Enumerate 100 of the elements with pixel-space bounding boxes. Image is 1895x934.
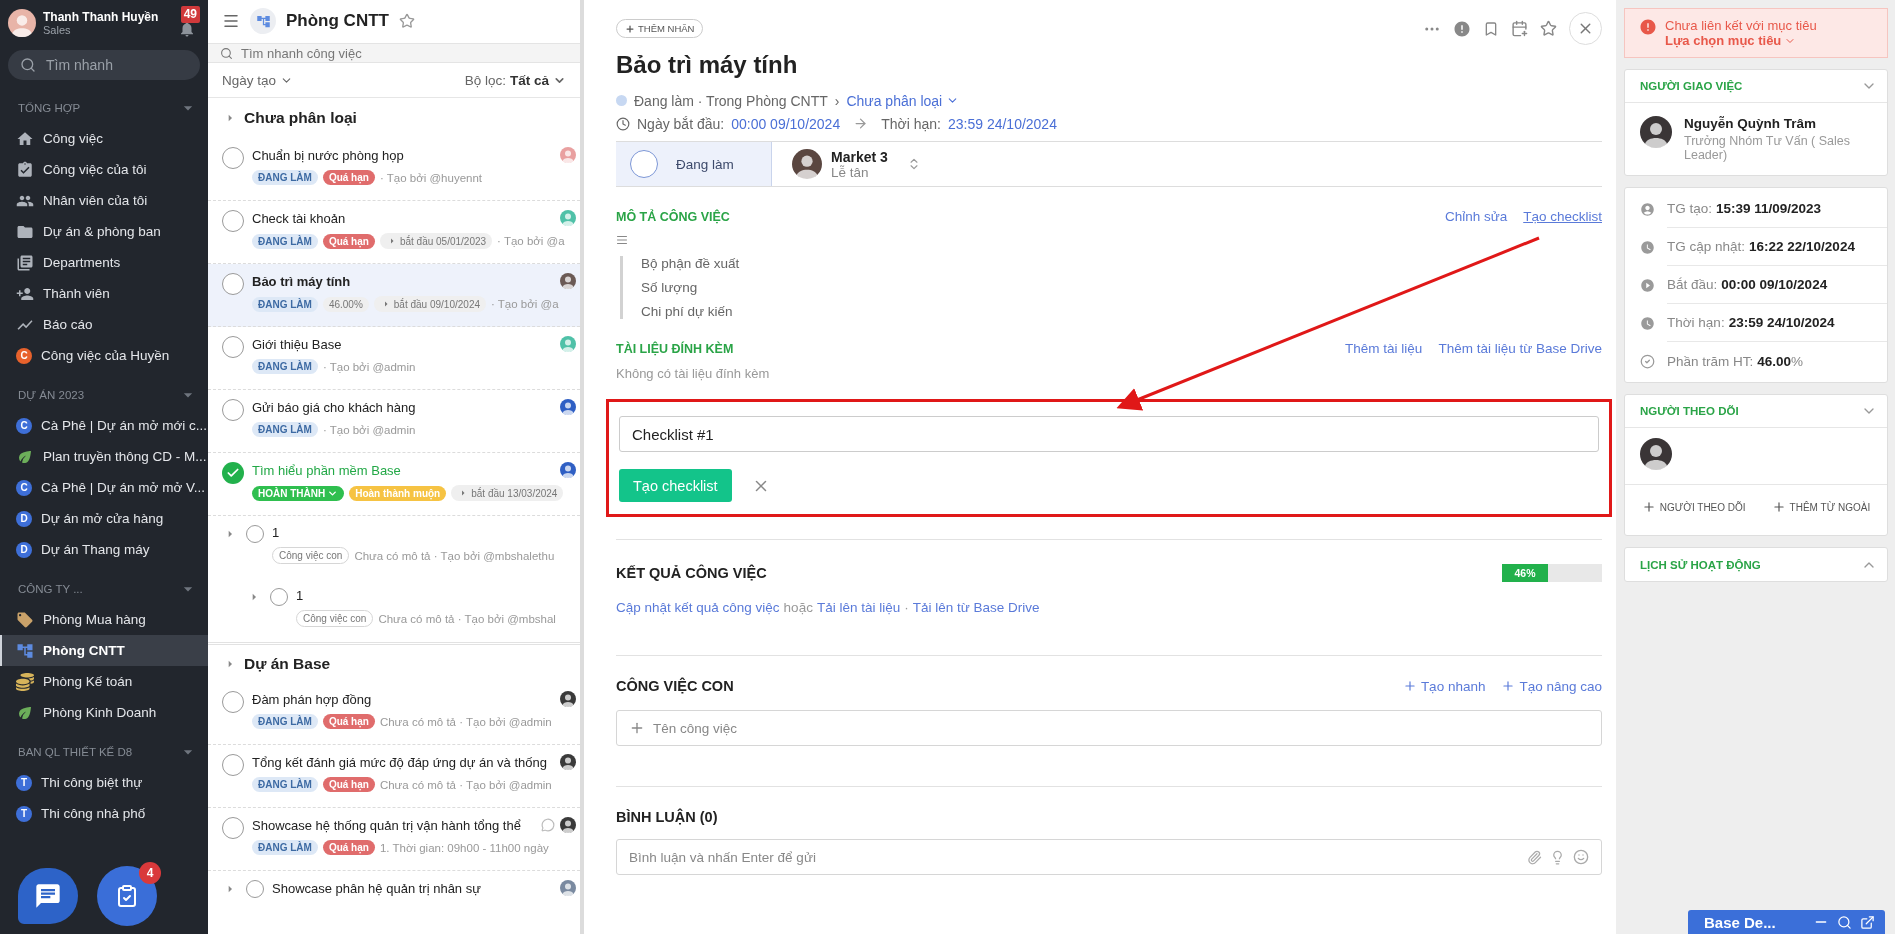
subtask-name-field[interactable]: Tên công việc xyxy=(616,710,1602,746)
sidebar-item[interactable]: Nhân viên của tôi xyxy=(0,185,208,216)
task-checkbox[interactable] xyxy=(270,588,288,606)
sidebar-item[interactable]: Phòng Kinh Doanh xyxy=(0,697,208,728)
attach-icon[interactable] xyxy=(1527,849,1542,865)
notification-count: 49 xyxy=(180,6,200,23)
lightbulb-icon[interactable] xyxy=(1550,849,1565,865)
plus-icon xyxy=(1771,500,1786,514)
filter-dropdown[interactable]: Bộ lọc: Tất cả xyxy=(464,72,566,88)
sidebar-item[interactable]: Báo cáo xyxy=(0,309,208,340)
action-link[interactable]: Thêm tài liệu từ Base Drive xyxy=(1438,341,1602,356)
clock-icon xyxy=(1640,239,1655,255)
action-link[interactable]: Tạo nâng cao xyxy=(1501,678,1602,694)
task-checkbox[interactable] xyxy=(222,691,244,713)
task-checkbox[interactable] xyxy=(222,273,244,295)
start-date[interactable]: 00:00 09/10/2024 xyxy=(731,115,841,132)
plus-icon xyxy=(1641,500,1656,514)
status-dot xyxy=(616,95,627,106)
star-icon[interactable] xyxy=(398,13,415,30)
task-checkbox[interactable] xyxy=(246,525,264,543)
sidebar-item[interactable]: T Thi công nhà phố xyxy=(0,798,208,829)
book-icon xyxy=(16,253,34,272)
task-title: Tổng kết đánh giá mức độ đáp ứng dự án và thống xyxy=(252,754,547,770)
or-text: hoặc xyxy=(783,600,813,615)
add-follower-button[interactable]: NGƯỜI THEO DÕI xyxy=(1635,499,1752,515)
sort-dropdown[interactable]: Ngày tạo xyxy=(222,72,294,88)
add-label-button[interactable]: THÊM NHÃN xyxy=(616,19,704,38)
bookmark-icon[interactable] xyxy=(1483,20,1499,37)
task-checkbox[interactable] xyxy=(222,462,244,484)
sidebar-item[interactable]: C Cà Phê | Dự án mở mới c... xyxy=(0,410,208,441)
chat-bar[interactable]: Base De... xyxy=(1688,910,1885,934)
alert-icon[interactable] xyxy=(1453,19,1471,38)
task-checkbox[interactable] xyxy=(246,880,264,898)
sidebar-item[interactable]: Plan truyền thông CD - M... xyxy=(0,441,208,472)
task-tag: Hoàn thành muộn xyxy=(349,485,447,501)
emoji-icon[interactable] xyxy=(1573,849,1589,865)
task-row[interactable]: Bảo trì máy tính ĐANG LÀM 46.00% bắt đầu 09/10/2024 · Tạo bởi @a xyxy=(208,264,580,327)
group-title: Chưa phân loại xyxy=(244,109,357,127)
category-dropdown[interactable]: Chưa phân loại xyxy=(846,92,960,109)
paragraph-icon xyxy=(616,234,628,246)
upload-link[interactable]: Tải lên tài liệu xyxy=(816,600,901,615)
star-icon[interactable] xyxy=(1540,20,1557,37)
sidebar-item[interactable]: C Cà Phê | Dự án mở mở V... xyxy=(0,472,208,503)
person-icon xyxy=(1640,201,1655,217)
clipboard-check-icon xyxy=(115,884,139,908)
check-icon xyxy=(226,466,240,480)
action-link[interactable]: Chỉnh sửa xyxy=(1444,209,1508,224)
bell-icon[interactable] xyxy=(178,20,196,38)
info-text: Thời hạn: 23:59 24/10/2024 xyxy=(1667,304,1887,342)
action-link[interactable]: Tạo checklist xyxy=(1523,209,1602,224)
assigner-avatar xyxy=(1640,116,1672,148)
close-button[interactable] xyxy=(1569,12,1602,45)
clock-icon xyxy=(616,116,630,131)
add-follower-button[interactable]: THÊM TỪ NGOÀI xyxy=(1765,499,1877,515)
task-checkbox[interactable] xyxy=(222,817,244,839)
search-field[interactable]: Tìm nhanh xyxy=(8,50,200,80)
calendar-add-icon[interactable] xyxy=(1511,20,1528,37)
sidebar-item[interactable]: Departments xyxy=(0,247,208,278)
task-checkbox[interactable] xyxy=(222,754,244,776)
task-meta: Chưa có mô tả · Tạo bởi @mbshalethu xyxy=(354,549,555,562)
deadline-date[interactable]: 23:59 24/10/2024 xyxy=(947,115,1057,132)
sidebar-item[interactable]: Phòng Kế toán xyxy=(0,666,208,697)
section-heading: KẾT QUẢ CÔNG VIỆC xyxy=(616,565,767,581)
search-icon[interactable] xyxy=(1837,914,1852,930)
sidebar-item[interactable]: Công việc xyxy=(0,123,208,154)
task-meta: · Tạo bởi @a xyxy=(491,298,559,310)
action-link[interactable]: Tạo nhanh xyxy=(1402,678,1486,694)
task-checkbox[interactable] xyxy=(222,210,244,232)
drive-upload-link[interactable]: Tải lên từ Base Drive xyxy=(912,600,1040,615)
tag-icon xyxy=(16,610,34,629)
task-meta: · Tạo bởi @huyennt xyxy=(379,171,483,184)
comment-field[interactable]: Bình luận và nhấn Enter để gửi xyxy=(616,839,1602,875)
task-checkbox[interactable] xyxy=(222,336,244,358)
sidebar-item[interactable]: D Dự án Thang máy xyxy=(0,534,208,565)
sidebar-item[interactable]: Phòng CNTT xyxy=(0,635,208,666)
arrow-icon xyxy=(853,116,869,131)
sidebar-item[interactable]: D Dự án mở cửa hàng xyxy=(0,503,208,534)
alert-text: Chưa liên kết với mục tiêu xyxy=(1665,18,1817,33)
task-checkbox[interactable] xyxy=(222,399,244,421)
update-result-link[interactable]: Cập nhật kết quả công việc xyxy=(616,600,780,615)
assigner-name: Nguyễn Quỳnh Trâm xyxy=(1684,116,1818,131)
status-button[interactable]: Đang làm xyxy=(616,142,772,186)
description-line: Số lượng xyxy=(641,280,699,295)
task-search-field[interactable]: Tìm nhanh công việc xyxy=(208,42,580,64)
sidebar-item[interactable]: Công việc của tôi xyxy=(0,154,208,185)
sidebar-item[interactable]: Phòng Mua hàng xyxy=(0,604,208,635)
section-title: CÔNG TY ... xyxy=(18,583,83,595)
open-icon[interactable] xyxy=(1860,914,1875,930)
info-text: TG tạo: 15:39 11/09/2023 xyxy=(1667,190,1887,228)
sidebar-item[interactable]: C Công việc của Huyền xyxy=(0,340,208,371)
action-link[interactable]: Thêm tài liệu xyxy=(1345,341,1423,356)
assignee-name: Market 3 xyxy=(831,148,888,165)
breadcrumb-separator: › xyxy=(834,92,840,109)
task-checkbox[interactable] xyxy=(222,147,244,169)
sidebar-item[interactable]: Thành viên xyxy=(0,278,208,309)
sidebar-item[interactable]: Dự án & phòng ban xyxy=(0,216,208,247)
sidebar-item[interactable]: T Thi công biệt thự xyxy=(0,767,208,798)
checklist-name-field[interactable]: Checklist #1 xyxy=(619,416,1599,452)
task-title: Bảo trì máy tính xyxy=(616,51,799,79)
task-tag: ĐANG LÀM xyxy=(252,359,318,374)
